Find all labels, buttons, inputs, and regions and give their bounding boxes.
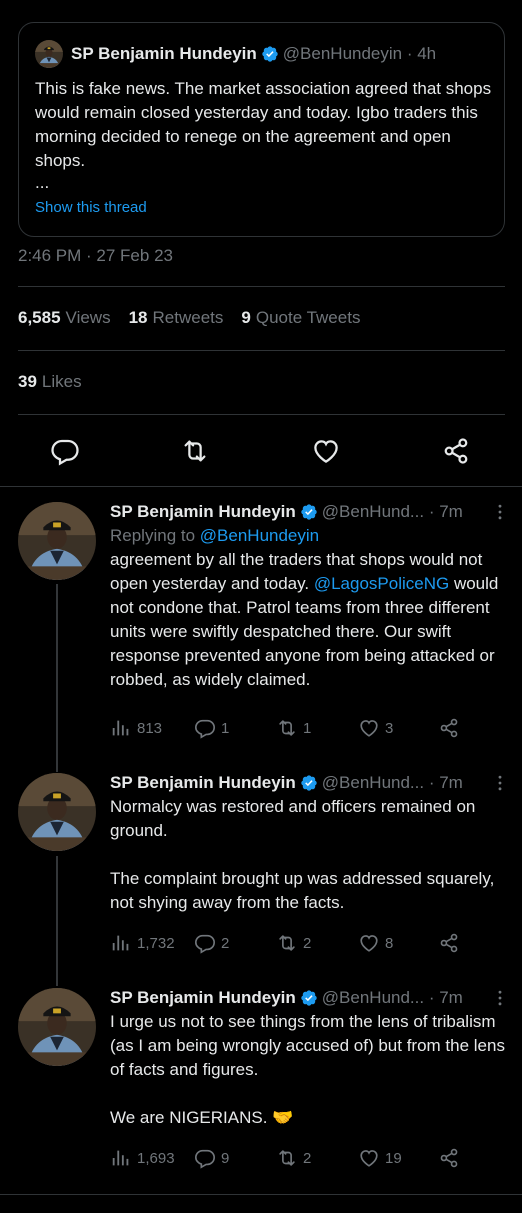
more-options-icon[interactable] [490, 773, 510, 793]
reply-text: I urge us not to see things from the len… [110, 1012, 505, 1127]
share-button[interactable] [438, 931, 465, 955]
like-icon [358, 932, 380, 954]
reply-count[interactable]: 1 [194, 716, 229, 740]
divider [0, 1194, 522, 1195]
views-icon [110, 1147, 132, 1169]
views-stat[interactable]: 6,585 Views [18, 308, 111, 328]
retweet-icon [276, 717, 298, 739]
retweet-icon[interactable] [180, 436, 210, 466]
reply-count[interactable]: 2 [194, 931, 229, 955]
tweet-timestamp[interactable]: 2:46 PM · 27 Feb 23 [18, 246, 173, 266]
reply-action-bar: 813 1 1 3 [110, 716, 470, 740]
share-icon [438, 717, 460, 739]
retweet-count[interactable]: 1 [276, 716, 311, 740]
avatar[interactable] [18, 773, 96, 851]
share-icon[interactable] [441, 436, 471, 466]
retweets-stat[interactable]: 18 Retweets [129, 308, 224, 328]
like-icon[interactable] [311, 436, 341, 466]
views-icon [110, 932, 132, 954]
reply-header: SP Benjamin Hundeyin @BenHund... · 7m [110, 771, 510, 795]
share-icon [438, 1147, 460, 1169]
verified-badge-icon [300, 503, 318, 521]
divider [18, 350, 505, 351]
avatar[interactable] [35, 40, 63, 68]
divider [18, 286, 505, 287]
replying-to: Replying to @BenHundeyin [110, 526, 320, 545]
reply-icon [194, 932, 216, 954]
mention-link[interactable]: @LagosPoliceNG [314, 574, 449, 593]
reply-icon [194, 1147, 216, 1169]
divider [0, 486, 522, 487]
like-icon [358, 1147, 380, 1169]
quoted-tweet-text: This is fake news. The market associatio… [35, 79, 492, 170]
reply-icon[interactable] [50, 436, 80, 466]
divider [18, 414, 505, 415]
reply-header: SP Benjamin Hundeyin @BenHund... · 7m [110, 500, 510, 524]
quoted-tweet-card[interactable]: SP Benjamin Hundeyin @BenHundeyin · 4h T… [18, 22, 505, 237]
verified-badge-icon [300, 989, 318, 1007]
views-count[interactable]: 1,693 [110, 1146, 175, 1170]
views-icon [110, 717, 132, 739]
author-handle-time: @BenHund... · 7m [321, 773, 463, 792]
like-icon [358, 717, 380, 739]
reply-header: SP Benjamin Hundeyin @BenHund... · 7m [110, 986, 510, 1010]
thread-line [56, 584, 58, 772]
views-count[interactable]: 1,732 [110, 931, 175, 955]
share-button[interactable] [438, 1146, 465, 1170]
reply-text: Normalcy was restored and officers remai… [110, 797, 495, 912]
thread-line [56, 856, 58, 986]
author-name[interactable]: SP Benjamin Hundeyin [110, 988, 296, 1008]
show-thread-link[interactable]: Show this thread [35, 199, 488, 216]
reply-text: agreement by all the traders that shops … [110, 550, 499, 689]
quote-tweets-stat[interactable]: 9 Quote Tweets [241, 308, 360, 328]
author-handle-time: @BenHundeyin · 4h [282, 44, 437, 63]
share-icon [438, 932, 460, 954]
retweet-icon [276, 932, 298, 954]
avatar[interactable] [18, 502, 96, 580]
reply-action-bar: 1,693 9 2 19 [110, 1146, 470, 1170]
views-count[interactable]: 813 [110, 716, 162, 740]
replying-to-link[interactable]: @BenHundeyin [200, 526, 319, 545]
retweet-count[interactable]: 2 [276, 1146, 311, 1170]
reply-action-bar: 1,732 2 2 8 [110, 931, 470, 955]
like-count[interactable]: 3 [358, 716, 393, 740]
truncation-ellipsis: ... [35, 173, 50, 192]
author-name[interactable]: SP Benjamin Hundeyin [71, 44, 257, 64]
tweet-action-bar [0, 436, 522, 468]
retweet-count[interactable]: 2 [276, 931, 311, 955]
share-button[interactable] [438, 716, 465, 740]
avatar[interactable] [18, 988, 96, 1066]
likes-stat[interactable]: 39 Likes [18, 372, 82, 392]
like-count[interactable]: 8 [358, 931, 393, 955]
author-name[interactable]: SP Benjamin Hundeyin [110, 502, 296, 522]
retweet-icon [276, 1147, 298, 1169]
more-options-icon[interactable] [490, 988, 510, 1008]
author-name[interactable]: SP Benjamin Hundeyin [110, 773, 296, 793]
more-options-icon[interactable] [490, 502, 510, 522]
author-handle-time: @BenHund... · 7m [321, 988, 463, 1007]
reply-icon [194, 717, 216, 739]
tweet-stats: 6,585 Views 18 Retweets 9 Quote Tweets [18, 308, 360, 328]
quoted-tweet-header: SP Benjamin Hundeyin @BenHundeyin · 4h [35, 39, 488, 69]
verified-badge-icon [300, 774, 318, 792]
verified-badge-icon [261, 45, 279, 63]
reply-count[interactable]: 9 [194, 1146, 229, 1170]
like-count[interactable]: 19 [358, 1146, 402, 1170]
author-handle-time: @BenHund... · 7m [321, 502, 463, 521]
